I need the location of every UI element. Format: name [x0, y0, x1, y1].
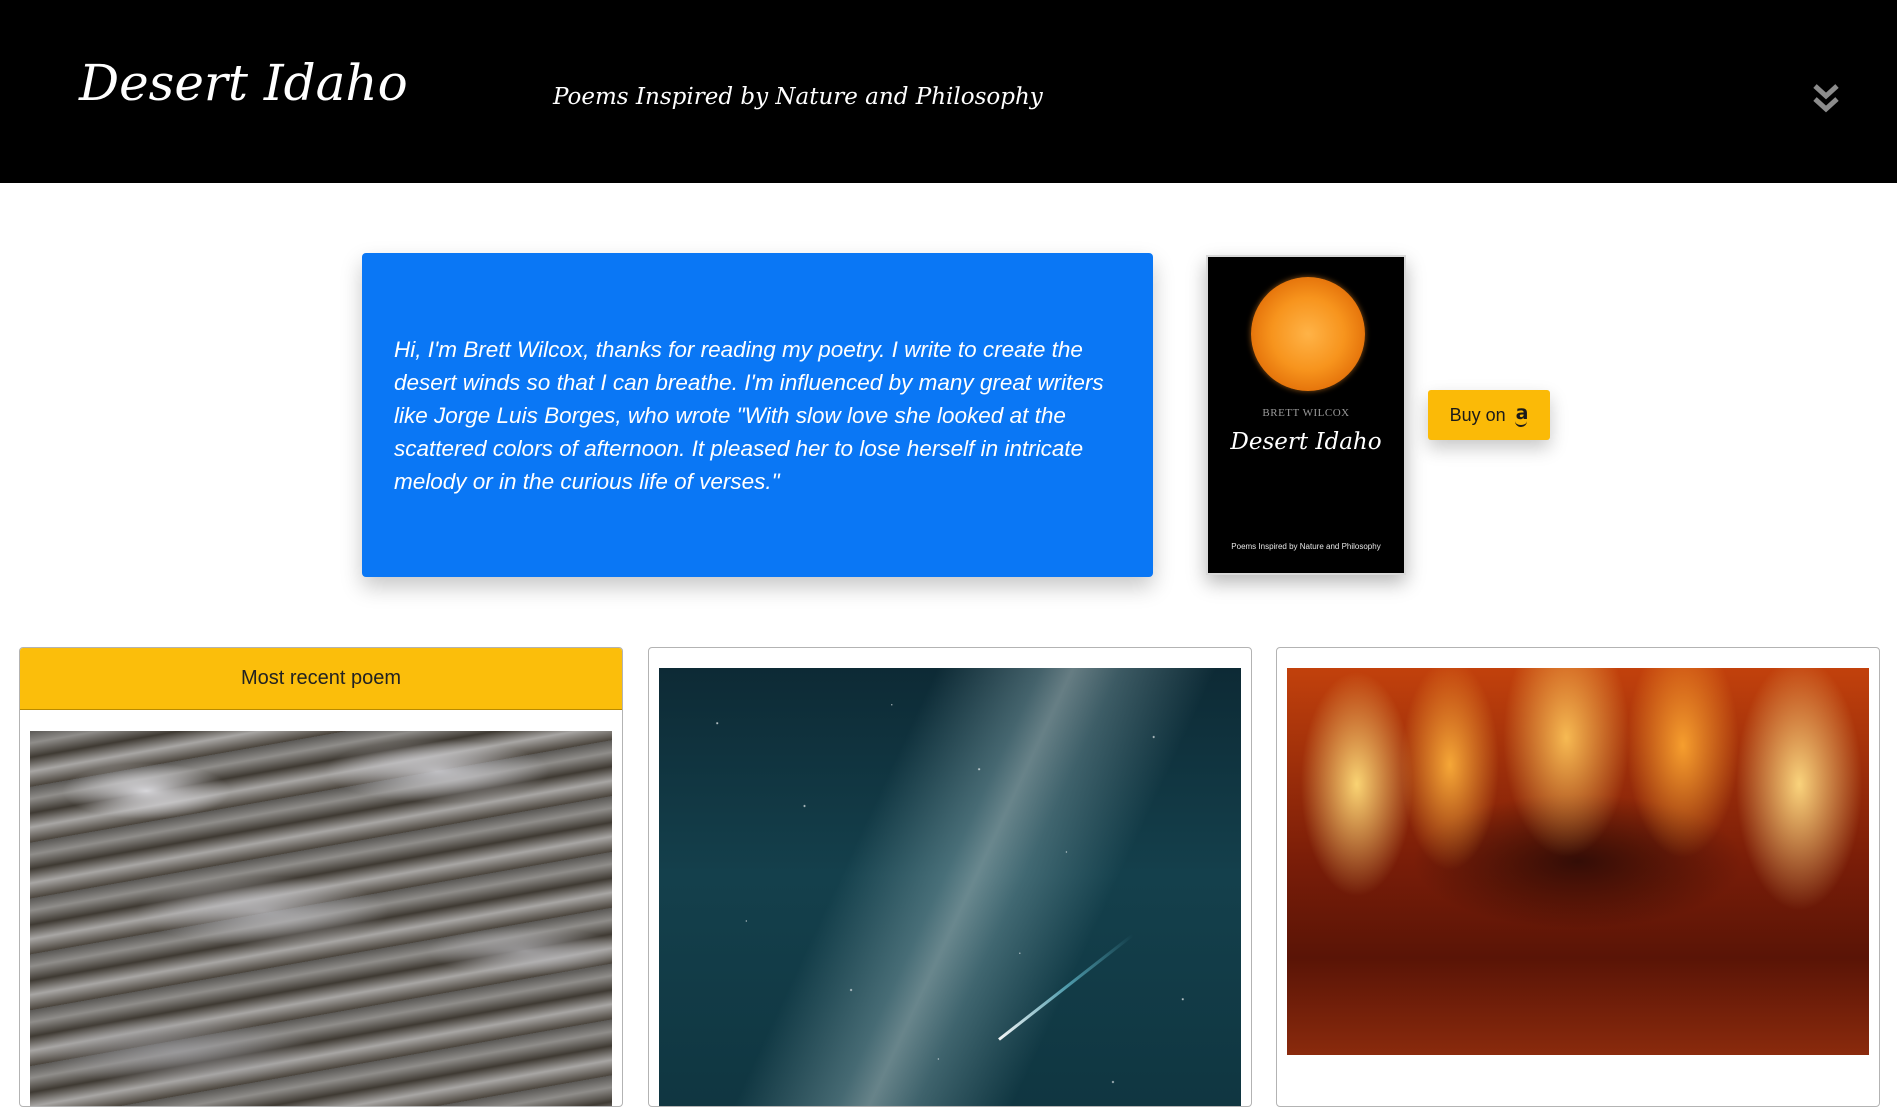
buy-on-amazon-button[interactable]: Buy on a: [1428, 390, 1550, 440]
site-title[interactable]: Desert Idaho: [79, 58, 408, 108]
fire-image[interactable]: [1287, 668, 1869, 1055]
menu-toggle-graphic: [1813, 84, 1839, 113]
intro-text: Hi, I'm Brett Wilcox, thanks for reading…: [394, 336, 1104, 494]
book-cover[interactable]: BRETT WILCOX Desert Idaho Poems Inspired…: [1206, 255, 1406, 575]
poem-card-fire[interactable]: [1276, 647, 1880, 1107]
meteor-streak: [998, 933, 1134, 1041]
book-title: Desert Idaho: [1230, 429, 1382, 455]
night-sky-image[interactable]: [659, 668, 1241, 1106]
sun-image: [1251, 277, 1365, 391]
site-tagline: Poems Inspired by Nature and Philosophy: [553, 84, 1043, 110]
poem-card-night-sky[interactable]: [648, 647, 1252, 1107]
amazon-icon: a: [1514, 401, 1529, 427]
double-chevron-down-icon[interactable]: [1808, 82, 1844, 118]
buy-button-label: Buy on: [1449, 404, 1506, 425]
card-header: Most recent poem: [20, 648, 622, 710]
site-header: Desert Idaho Poems Inspired by Nature an…: [0, 0, 1897, 183]
book-author: BRETT WILCOX: [1262, 407, 1350, 419]
water-image[interactable]: [30, 731, 612, 1106]
book-subtitle: Poems Inspired by Nature and Philosophy: [1231, 542, 1381, 551]
poem-card-most-recent[interactable]: Most recent poem: [19, 647, 623, 1107]
intro-box: Hi, I'm Brett Wilcox, thanks for reading…: [362, 253, 1153, 577]
